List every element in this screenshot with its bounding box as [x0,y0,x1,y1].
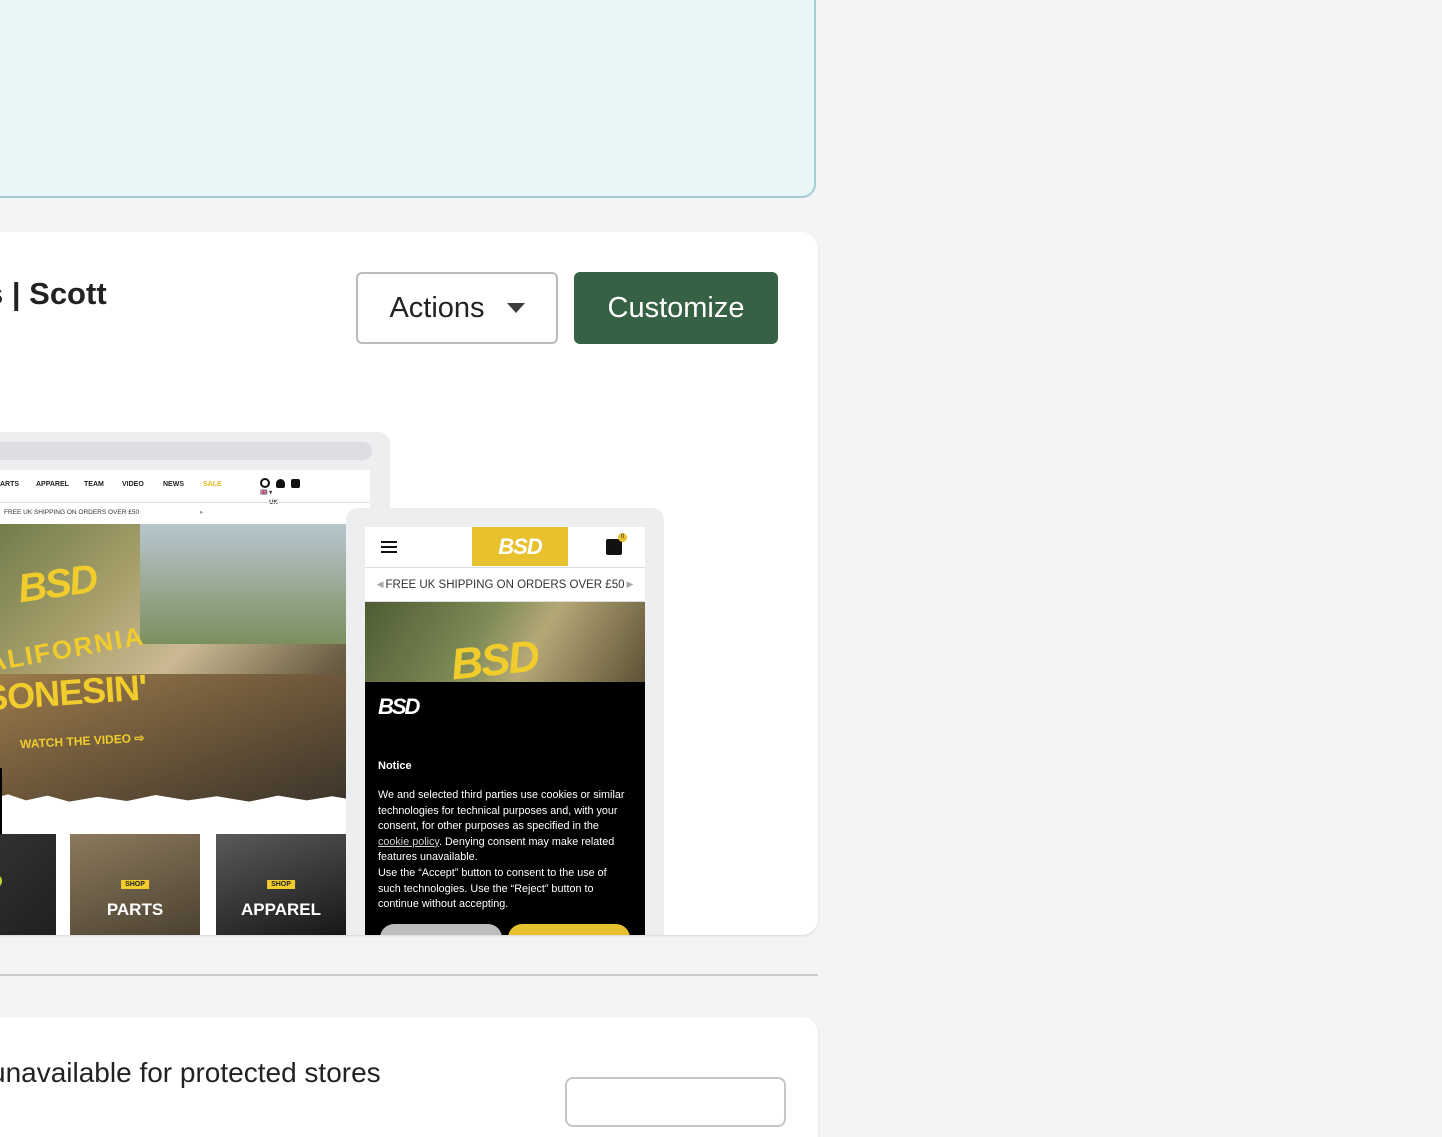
nav-item: NEWS [163,481,184,488]
cookie-notice-logo: BSD [378,694,420,719]
actions-button-label: Actions [389,291,485,324]
nav-item: APPAREL [36,481,69,488]
chevron-right-icon: ▶ [626,579,634,589]
cookie-accept-button[interactable]: Accept [508,924,630,935]
store-logo: BSD [472,527,568,566]
nav-item: VIDEO [122,481,144,488]
mobile-preview-screen: BSD 0 ◀ FREE UK SHIPPING ON ORDERS OVER … [365,527,645,935]
customize-button[interactable]: Customize [574,272,778,344]
chevron-left-icon: ◀ [376,579,384,589]
theme-card: s | Scott Actions Customize ARTS APPAREL… [0,232,818,935]
shop-badge: SHOP [121,880,149,889]
info-banner [0,0,816,198]
nav-item: ARTS [0,481,20,488]
search-icon [260,478,270,488]
category-tile-parts: SHOP PARTS [70,834,200,935]
menu-icon [381,541,397,556]
desktop-preview: ARTS APPAREL TEAM VIDEO NEWS SALE 🇬🇧 UK … [0,432,390,935]
nav-item: TEAM [84,481,104,488]
tile-label: APPAREL [241,900,321,919]
actions-button[interactable]: Actions [356,272,558,344]
mobile-header: BSD 0 [365,527,645,568]
account-icon [276,478,285,488]
shop-badge: SHOP [267,880,295,889]
cookie-notice-body: We and selected third parties use cookie… [378,789,625,911]
protected-store-title: unavailable for protected stores [0,1057,381,1088]
shipping-banner: FREE UK SHIPPING ON ORDERS OVER £50 ▸ [0,502,370,522]
section-divider [0,974,818,976]
category-tile [0,834,56,935]
cart-icon [291,478,300,488]
shipping-banner: ◀ FREE UK SHIPPING ON ORDERS OVER £50 ▶ [365,568,645,602]
cookie-notice-title: Notice [378,760,412,772]
store-nav: ARTS APPAREL TEAM VIDEO NEWS SALE 🇬🇧 UK … [0,470,370,506]
theme-title: s | Scott [0,276,107,311]
cookie-notice: BSD Notice We and selected third parties… [365,682,645,935]
cookie-policy-link[interactable]: cookie policy [378,836,439,848]
hero-image: BSD ALIFORNIA SONESIN' WATCH THE VIDEO ⇨ [0,524,350,804]
protected-store-button[interactable] [565,1077,786,1127]
cart-count-badge: 0 [618,533,627,542]
mobile-preview: BSD 0 ◀ FREE UK SHIPPING ON ORDERS OVER … [346,508,664,935]
caret-down-icon [506,303,525,313]
desktop-preview-screen: ARTS APPAREL TEAM VIDEO NEWS SALE 🇬🇧 UK … [0,470,370,935]
hero-image: BSD [365,602,645,682]
category-tile-apparel: SHOP APPAREL [216,834,346,935]
hero-logo: BSD [448,631,541,682]
cookie-reject-button[interactable]: Reject [380,924,502,935]
browser-url-bar [0,442,372,460]
chevron-right-icon: ▸ [200,509,204,516]
tile-label: PARTS [106,900,164,919]
locale-selector: 🇬🇧 UK ▾ [260,490,278,506]
protected-store-card: unavailable for protected stores [0,1017,818,1137]
hero-logo: BSD [15,556,100,612]
nav-item-sale: SALE [203,481,222,488]
